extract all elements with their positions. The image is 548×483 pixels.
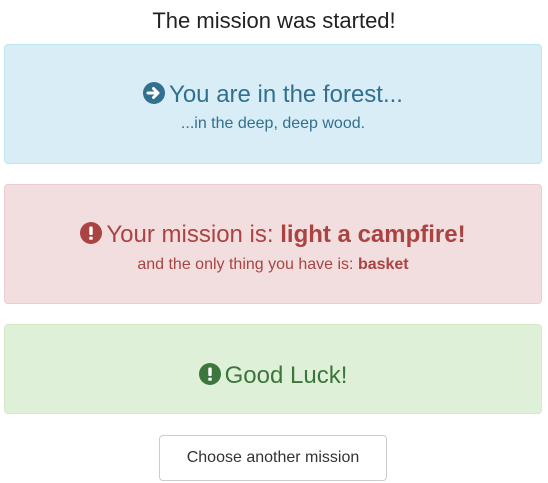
mission-heading: Your mission is: light a campfire! (5, 220, 541, 250)
mission-name: light a campfire! (280, 221, 466, 248)
mission-heading-prefix: Your mission is: (106, 221, 281, 248)
luck-alert: Good Luck! (4, 324, 542, 414)
choose-another-mission-button[interactable]: Choose another mission (159, 435, 387, 481)
page-title: The mission was started! (152, 8, 396, 33)
arrow-circle-right-icon (143, 82, 166, 104)
exclamation-circle-icon (198, 363, 221, 385)
mission-subtext: and the only thing you have is: basket (5, 255, 541, 275)
mission-subtext-prefix: and the only thing you have is: (137, 256, 358, 273)
luck-heading: Good Luck! (5, 361, 541, 391)
exclamation-circle-icon (80, 222, 103, 244)
location-alert: You are in the forest... ...in the deep,… (4, 44, 542, 164)
luck-heading-text: Good Luck! (224, 362, 348, 389)
mission-alert: Your mission is: light a campfire! and t… (4, 184, 542, 304)
location-heading-text: You are in the forest... (169, 81, 403, 108)
location-heading: You are in the forest... (5, 80, 541, 110)
location-subtext: ...in the deep, deep wood. (180, 115, 366, 132)
mission-item: basket (357, 256, 409, 273)
